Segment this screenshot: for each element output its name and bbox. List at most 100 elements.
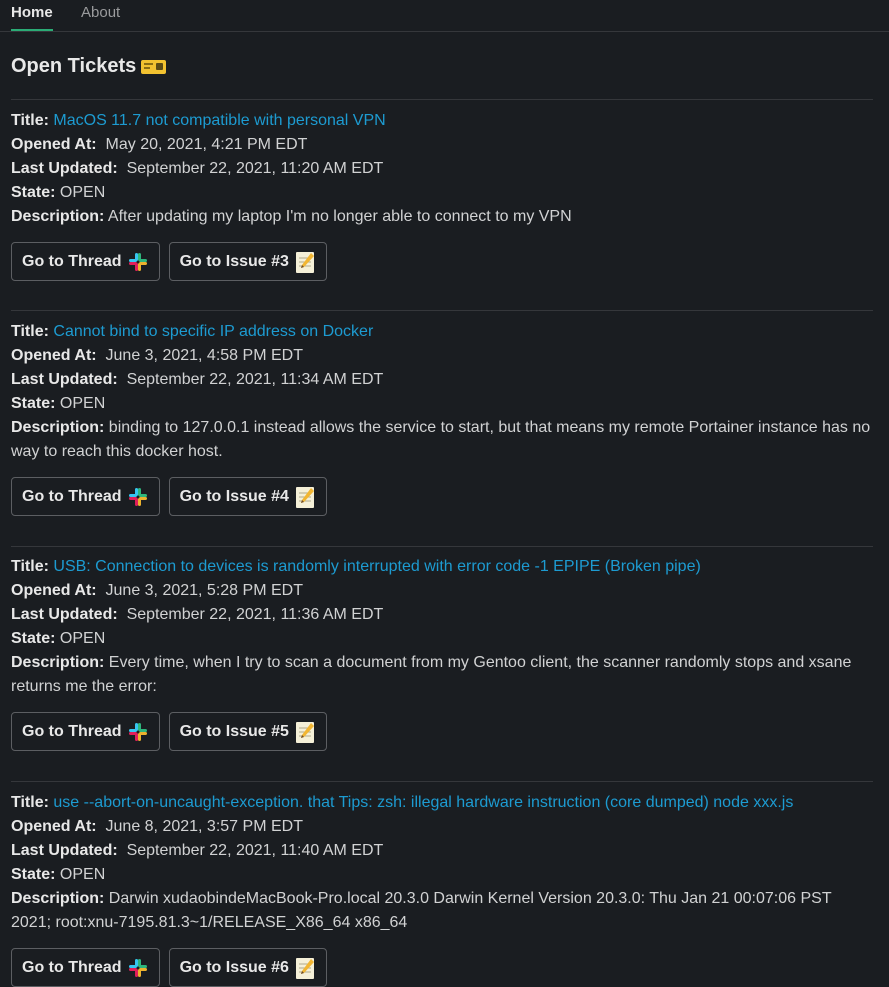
opened-at-label: Opened At: — [11, 582, 97, 599]
opened-at-row: Opened At: June 8, 2021, 3:57 PM EDT — [11, 815, 873, 839]
slack-icon — [128, 487, 147, 506]
go-to-issue-button[interactable]: Go to Issue #3 — [168, 242, 327, 281]
last-updated-label: Last Updated: — [11, 160, 118, 177]
divider — [11, 99, 873, 100]
go-to-issue-button[interactable]: Go to Issue #5 — [168, 712, 327, 751]
title-label: Title: — [11, 558, 49, 575]
ticket-actions: Go to Thread Go to Issue #4 — [11, 477, 873, 516]
go-to-thread-label: Go to Thread — [22, 722, 122, 740]
memo-icon — [295, 721, 314, 743]
go-to-issue-label: Go to Issue #3 — [179, 252, 289, 270]
state-row: State: OPEN — [11, 863, 873, 887]
description-row: Description: binding to 127.0.0.1 instea… — [11, 416, 873, 464]
divider — [11, 781, 873, 782]
ticket-title-link[interactable]: MacOS 11.7 not compatible with personal … — [53, 112, 385, 129]
go-to-thread-label: Go to Thread — [22, 487, 122, 505]
opened-at-value: June 3, 2021, 4:58 PM EDT — [105, 347, 303, 364]
go-to-issue-button[interactable]: Go to Issue #4 — [168, 477, 327, 516]
memo-icon — [295, 957, 314, 979]
tab-home[interactable]: Home — [11, 4, 53, 31]
last-updated-row: Last Updated: September 22, 2021, 11:40 … — [11, 839, 873, 863]
description-label: Description: — [11, 419, 105, 436]
opened-at-label: Opened At: — [11, 818, 97, 835]
description-row: Description: After updating my laptop I'… — [11, 205, 873, 229]
memo-icon — [295, 251, 314, 273]
ticket-title-row: Title: Cannot bind to specific IP addres… — [11, 320, 873, 344]
state-value: OPEN — [59, 184, 106, 201]
description-row: Description: Every time, when I try to s… — [11, 651, 873, 699]
tab-bar: Home About — [0, 0, 889, 32]
state-row: State: OPEN — [11, 181, 873, 205]
last-updated-value: September 22, 2021, 11:34 AM EDT — [126, 371, 384, 388]
ticket-title-link[interactable]: USB: Connection to devices is randomly i… — [53, 558, 700, 575]
last-updated-row: Last Updated: September 22, 2021, 11:34 … — [11, 368, 873, 392]
ticket-title-row: Title: use --abort-on-uncaught-exception… — [11, 791, 873, 815]
go-to-issue-label: Go to Issue #4 — [179, 487, 289, 505]
last-updated-label: Last Updated: — [11, 371, 118, 388]
state-label: State: — [11, 630, 56, 647]
description-value: Darwin xudaobindeMacBook-Pro.local 20.3.… — [11, 890, 832, 931]
last-updated-row: Last Updated: September 22, 2021, 11:36 … — [11, 603, 873, 627]
divider — [11, 310, 873, 311]
ticket-card: Title: Cannot bind to specific IP addres… — [11, 320, 873, 516]
ticket-actions: Go to Thread Go to Issue #6 — [11, 948, 873, 987]
description-value: Every time, when I try to scan a documen… — [11, 654, 852, 695]
state-label: State: — [11, 866, 56, 883]
ticket-title-row: Title: USB: Connection to devices is ran… — [11, 555, 873, 579]
title-label: Title: — [11, 112, 49, 129]
last-updated-value: September 22, 2021, 11:36 AM EDT — [126, 606, 384, 623]
go-to-thread-button[interactable]: Go to Thread — [11, 948, 160, 987]
page-title-row: Open Tickets — [11, 55, 167, 78]
last-updated-row: Last Updated: September 22, 2021, 11:20 … — [11, 157, 873, 181]
slack-icon — [128, 722, 147, 741]
go-to-thread-button[interactable]: Go to Thread — [11, 712, 160, 751]
ticket-actions: Go to Thread Go to Issue #3 — [11, 242, 873, 281]
ticket-card: Title: USB: Connection to devices is ran… — [11, 555, 873, 751]
state-value: OPEN — [59, 395, 106, 412]
ticket-title-link[interactable]: use --abort-on-uncaught-exception. that … — [53, 794, 793, 811]
title-label: Title: — [11, 323, 49, 340]
last-updated-value: September 22, 2021, 11:20 AM EDT — [126, 160, 384, 177]
ticket-card: Title: use --abort-on-uncaught-exception… — [11, 791, 873, 987]
opened-at-row: Opened At: May 20, 2021, 4:21 PM EDT — [11, 133, 873, 157]
tab-about[interactable]: About — [81, 4, 120, 21]
state-label: State: — [11, 184, 56, 201]
description-label: Description: — [11, 890, 105, 907]
go-to-thread-label: Go to Thread — [22, 252, 122, 270]
ticket-icon — [141, 59, 167, 74]
state-row: State: OPEN — [11, 392, 873, 416]
description-value: After updating my laptop I'm no longer a… — [107, 208, 572, 225]
title-label: Title: — [11, 794, 49, 811]
slack-icon — [128, 958, 147, 977]
state-value: OPEN — [59, 630, 106, 647]
last-updated-label: Last Updated: — [11, 842, 118, 859]
description-row: Description: Darwin xudaobindeMacBook-Pr… — [11, 887, 873, 935]
ticket-title-row: Title: MacOS 11.7 not compatible with pe… — [11, 109, 873, 133]
last-updated-value: September 22, 2021, 11:40 AM EDT — [126, 842, 384, 859]
memo-icon — [295, 486, 314, 508]
opened-at-value: June 3, 2021, 5:28 PM EDT — [105, 582, 303, 599]
opened-at-value: May 20, 2021, 4:21 PM EDT — [105, 136, 308, 153]
slack-icon — [128, 252, 147, 271]
opened-at-value: June 8, 2021, 3:57 PM EDT — [105, 818, 303, 835]
description-label: Description: — [11, 208, 105, 225]
last-updated-label: Last Updated: — [11, 606, 118, 623]
divider — [11, 546, 873, 547]
go-to-thread-label: Go to Thread — [22, 958, 122, 976]
ticket-title-link[interactable]: Cannot bind to specific IP address on Do… — [53, 323, 373, 340]
opened-at-row: Opened At: June 3, 2021, 4:58 PM EDT — [11, 344, 873, 368]
go-to-thread-button[interactable]: Go to Thread — [11, 242, 160, 281]
go-to-issue-label: Go to Issue #6 — [179, 958, 289, 976]
go-to-issue-label: Go to Issue #5 — [179, 722, 289, 740]
description-label: Description: — [11, 654, 105, 671]
go-to-issue-button[interactable]: Go to Issue #6 — [168, 948, 327, 987]
state-row: State: OPEN — [11, 627, 873, 651]
page-title: Open Tickets — [11, 55, 137, 77]
go-to-thread-button[interactable]: Go to Thread — [11, 477, 160, 516]
ticket-actions: Go to Thread Go to Issue #5 — [11, 712, 873, 751]
opened-at-label: Opened At: — [11, 136, 97, 153]
state-label: State: — [11, 395, 56, 412]
opened-at-row: Opened At: June 3, 2021, 5:28 PM EDT — [11, 579, 873, 603]
state-value: OPEN — [59, 866, 106, 883]
description-value: binding to 127.0.0.1 instead allows the … — [11, 419, 871, 460]
